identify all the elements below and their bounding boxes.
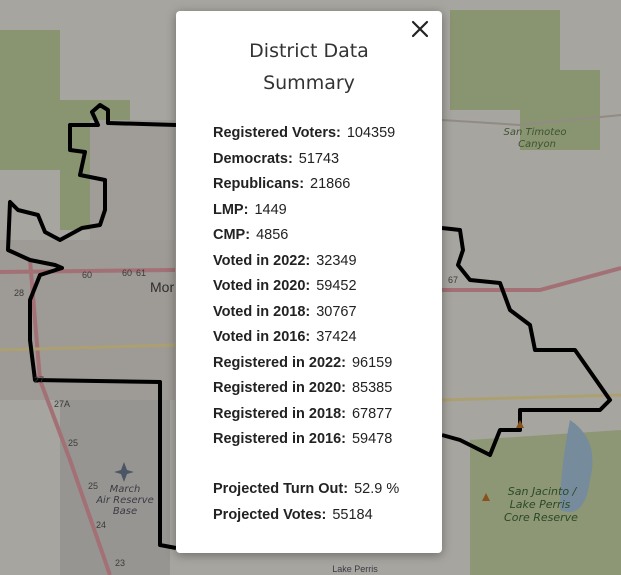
stat-value: 85385: [351, 380, 393, 396]
stat-value: 59478: [351, 431, 393, 447]
projection-value: 55184: [332, 506, 373, 523]
dialog-title-line: District Data: [249, 40, 369, 62]
stat-value: 59452: [316, 278, 357, 294]
stat-row: Registered in 2022: 96159: [213, 351, 433, 377]
stat-value: 30767: [316, 303, 357, 320]
stat-value: 21866: [310, 176, 351, 192]
close-icon: [411, 20, 429, 38]
stat-label: Registered in 2020:: [213, 380, 346, 396]
district-data-dialog: District Data Summary Registered Voters:…: [176, 11, 442, 553]
projection-label: Projected Votes:: [213, 506, 327, 523]
stat-value: 96159: [351, 354, 393, 371]
stat-label: Registered Voters:: [213, 125, 341, 141]
stat-label: Republicans:: [213, 176, 305, 192]
stat-row: Registered in 2020: 85385: [213, 376, 433, 402]
stat-label: CMP:: [213, 227, 251, 243]
stat-value: 37424: [316, 329, 357, 345]
stat-value: 104359: [346, 125, 396, 141]
projection-value: 52.9 %: [354, 481, 400, 497]
stat-row: CMP: 4856: [213, 223, 433, 249]
projection-row: Projected Votes: 55184: [213, 503, 433, 529]
stat-row: Voted in 2022: 32349: [213, 249, 433, 275]
stat-label: Registered in 2016:: [213, 431, 346, 447]
stat-label: Registered in 2018:: [213, 405, 346, 422]
stat-label: Voted in 2020:: [213, 278, 311, 294]
stat-row: Voted in 2020: 59452: [213, 274, 433, 300]
projection-row: Projected Turn Out: 52.9 %: [213, 477, 433, 503]
stat-value: 67877: [351, 405, 393, 422]
stat-row: LMP: 1449: [213, 198, 433, 224]
stat-label: Democrats:: [213, 150, 293, 167]
projection-list: Projected Turn Out: 52.9 % Projected Vote…: [213, 477, 433, 528]
stat-row: Democrats: 51743: [213, 147, 433, 173]
stat-label: LMP:: [213, 201, 249, 218]
stat-row: Registered in 2018: 67877: [213, 402, 433, 428]
stat-label: Voted in 2016:: [213, 329, 311, 345]
stat-row: Voted in 2018: 30767: [213, 300, 433, 326]
stat-value: 32349: [316, 252, 357, 269]
stat-row: Voted in 2016: 37424: [213, 325, 433, 351]
stat-row: Registered in 2016: 59478: [213, 427, 433, 453]
stats-list: Registered Voters: 104359 Democrats: 51743…: [213, 121, 433, 453]
dialog-title-line: Summary: [263, 72, 355, 94]
close-button[interactable]: [408, 17, 432, 41]
stat-value: 4856: [256, 227, 289, 243]
stat-label: Registered in 2022:: [213, 354, 346, 371]
stat-row: Republicans: 21866: [213, 172, 433, 198]
stat-label: Voted in 2018:: [213, 303, 311, 320]
stat-label: Voted in 2022:: [213, 252, 311, 269]
dialog-title: District Data Summary: [196, 35, 422, 99]
projection-label: Projected Turn Out:: [213, 481, 349, 497]
stat-value: 51743: [298, 150, 340, 167]
stat-value: 1449: [254, 201, 287, 218]
stat-row: Registered Voters: 104359: [213, 121, 433, 147]
